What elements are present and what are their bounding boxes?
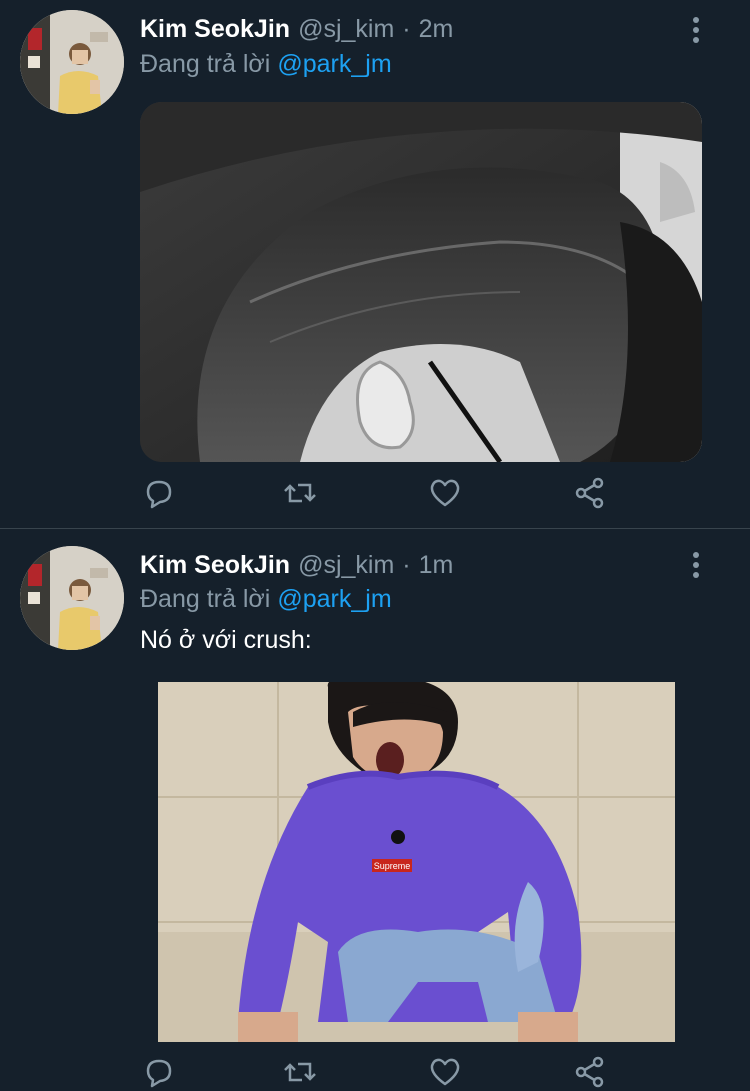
- tweet[interactable]: Kim SeokJin @sj_kim · 2m Đang trả lời @p…: [0, 0, 750, 528]
- reply-icon[interactable]: [140, 475, 180, 515]
- tweet-actions: [140, 475, 610, 515]
- replying-label: Đang trả lời: [140, 584, 271, 613]
- timestamp[interactable]: 2m: [419, 15, 454, 44]
- more-vertical-icon[interactable]: [682, 547, 710, 583]
- separator: ·: [402, 550, 411, 579]
- timestamp[interactable]: 1m: [419, 551, 454, 580]
- mention-link[interactable]: @park_jm: [277, 50, 391, 79]
- user-handle[interactable]: @sj_kim: [298, 551, 394, 580]
- replying-to: Đang trả lời @park_jm: [140, 47, 392, 81]
- tweet-actions: [140, 1054, 610, 1091]
- tweet-image[interactable]: Supreme: [158, 682, 675, 1042]
- avatar[interactable]: [20, 10, 124, 114]
- timeline-feed: Kim SeokJin @sj_kim · 2m Đang trả lời @p…: [0, 0, 750, 1091]
- display-name[interactable]: Kim SeokJin: [140, 15, 290, 44]
- like-icon[interactable]: [427, 475, 467, 515]
- share-icon[interactable]: [572, 1054, 612, 1091]
- tweet-image[interactable]: [140, 102, 702, 462]
- tweet-header: Kim SeokJin @sj_kim · 2m: [140, 11, 453, 47]
- user-handle[interactable]: @sj_kim: [298, 15, 394, 44]
- retweet-icon[interactable]: [282, 475, 322, 515]
- share-icon[interactable]: [572, 475, 612, 515]
- mention-link[interactable]: @park_jm: [277, 585, 391, 614]
- replying-label: Đang trả lời: [140, 49, 271, 78]
- like-icon[interactable]: [427, 1054, 467, 1091]
- tweet[interactable]: Kim SeokJin @sj_kim · 1m Đang trả lời @p…: [0, 529, 750, 1091]
- tweet-header: Kim SeokJin @sj_kim · 1m: [140, 547, 453, 583]
- separator: ·: [402, 14, 411, 43]
- more-vertical-icon[interactable]: [682, 12, 710, 48]
- display-name[interactable]: Kim SeokJin: [140, 551, 290, 580]
- avatar[interactable]: [20, 546, 124, 650]
- retweet-icon[interactable]: [282, 1054, 322, 1091]
- replying-to: Đang trả lời @park_jm: [140, 582, 392, 616]
- tweet-text: Nó ở với crush:: [140, 626, 312, 654]
- reply-icon[interactable]: [140, 1054, 180, 1091]
- svg-text:Supreme: Supreme: [374, 861, 411, 871]
